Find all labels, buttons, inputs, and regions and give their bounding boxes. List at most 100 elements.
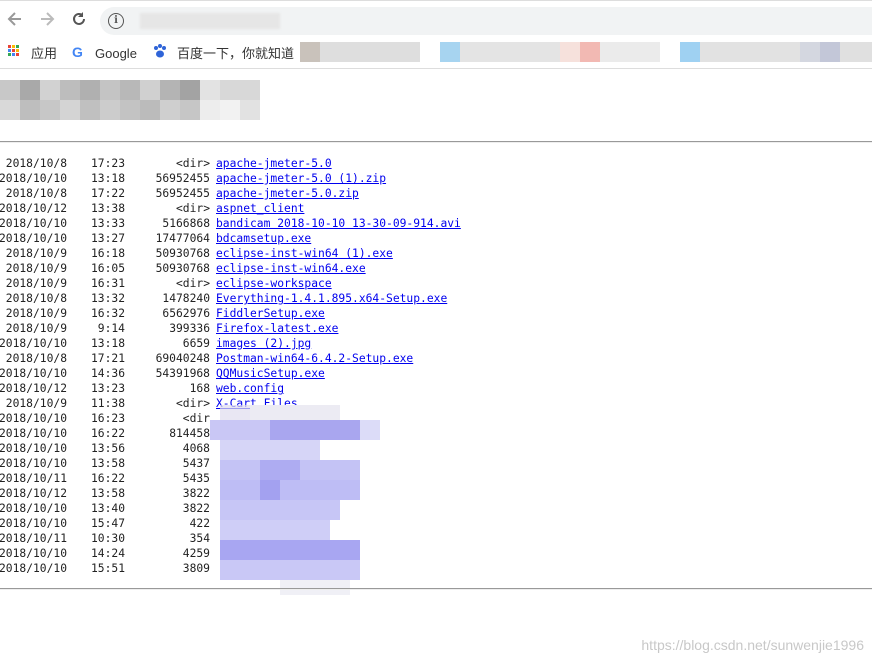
file-time: 13:38 [90, 202, 125, 215]
file-link[interactable]: Everything-1.4.1.895.x64-Setup.exe [216, 291, 447, 306]
file-date: 2018/10/10 [0, 547, 67, 560]
file-size: 4259 [182, 547, 210, 560]
arrow-left-icon [7, 12, 21, 26]
page-heading-redacted [0, 80, 260, 120]
file-date: 2018/10/9 [5, 322, 67, 335]
file-date: 2018/10/10 [0, 457, 67, 470]
file-size: 4068 [182, 442, 210, 455]
file-time: 16:32 [90, 307, 125, 320]
table-row: 2018/10/10 13:27 17477064 bdcamsetup.exe [0, 231, 872, 246]
file-link[interactable]: eclipse-workspace [216, 276, 332, 291]
file-time: 13:40 [90, 502, 125, 515]
file-link[interactable]: Postman-win64-6.4.2-Setup.exe [216, 351, 413, 366]
arrow-right-icon [41, 12, 55, 26]
file-date: 2018/10/10 [0, 517, 67, 530]
file-link[interactable]: bdcamsetup.exe [216, 231, 311, 246]
browser-toolbar: i [0, 0, 872, 41]
file-time: 16:31 [90, 277, 125, 290]
file-date: 2018/10/10 [0, 337, 67, 350]
file-link[interactable]: eclipse-inst-win64 (1).exe [216, 246, 393, 261]
file-link[interactable]: FiddlerSetup.exe [216, 306, 325, 321]
file-date: 2018/10/10 [0, 232, 67, 245]
file-size: 69040248 [155, 352, 210, 365]
table-row: 2018/10/10 15:51 3809 [0, 561, 872, 576]
file-date: 2018/10/12 [0, 202, 67, 215]
file-time: 16:23 [90, 412, 125, 425]
file-size: 56952455 [155, 187, 210, 200]
file-size: 354 [189, 532, 210, 545]
apps-icon [8, 45, 20, 57]
file-time: 13:27 [90, 232, 125, 245]
file-link[interactable]: eclipse-inst-win64.exe [216, 261, 366, 276]
file-time: 16:22 [90, 472, 125, 485]
file-time: 9:14 [97, 322, 125, 335]
file-size: 5166868 [162, 217, 210, 230]
file-link[interactable]: bandicam 2018-10-10 13-30-09-914.avi [216, 216, 461, 231]
file-size: <dir> [175, 202, 210, 215]
file-time: 14:24 [90, 547, 125, 560]
baidu-paw-icon [152, 43, 168, 61]
info-icon[interactable]: i [108, 13, 124, 29]
file-time: 17:22 [90, 187, 125, 200]
table-row: 2018/10/9 16:32 6562976 FiddlerSetup.exe [0, 306, 872, 321]
bookmark-baidu[interactable]: 百度一下，你就知道 [177, 45, 294, 63]
table-row: 2018/10/10 13:56 4068 [0, 441, 872, 456]
bookmark-apps[interactable]: 应用 [31, 45, 57, 63]
bottom-divider [0, 588, 872, 590]
file-size: 3822 [182, 487, 210, 500]
file-date: 2018/10/8 [5, 352, 67, 365]
file-link[interactable]: web.config [216, 381, 284, 396]
file-time: 13:33 [90, 217, 125, 230]
table-row: 2018/10/8 17:22 56952455 apache-jmeter-5.0.… [0, 186, 872, 201]
file-date: 2018/10/9 [5, 307, 67, 320]
file-size: 3822 [182, 502, 210, 515]
file-date: 2018/10/9 [5, 397, 67, 410]
bookmarks-bar: 应用 G Google 百度一下，你就知道 [0, 40, 872, 69]
bookmark-google[interactable]: Google [95, 45, 137, 63]
file-time: 15:47 [90, 517, 125, 530]
file-link[interactable]: QQMusicSetup.exe [216, 366, 325, 381]
file-link[interactable]: images (2).jpg [216, 336, 311, 351]
table-row: 2018/10/8 17:23 <dir> apache-jmeter-5.0 [0, 156, 872, 171]
file-link[interactable]: Firefox-latest.exe [216, 321, 338, 336]
file-time: 13:56 [90, 442, 125, 455]
table-row: 2018/10/9 16:31 <dir> eclipse-workspace [0, 276, 872, 291]
forward-button[interactable] [36, 10, 58, 32]
file-size: 54391968 [155, 367, 210, 380]
file-link[interactable]: aspnet_client [216, 201, 304, 216]
table-row: 2018/10/10 13:33 5166868 bandicam 2018-10-1… [0, 216, 872, 231]
file-link[interactable]: apache-jmeter-5.0.zip [216, 186, 359, 201]
table-row: 2018/10/11 10:30 354 [0, 531, 872, 546]
back-button[interactable] [4, 10, 26, 32]
google-icon: G [72, 44, 83, 60]
file-date: 2018/10/10 [0, 562, 67, 575]
file-date: 2018/10/11 [0, 472, 67, 485]
file-size: 1478240 [162, 292, 210, 305]
file-date: 2018/10/10 [0, 427, 67, 440]
address-bar[interactable]: i [100, 7, 872, 35]
file-date: 2018/10/10 [0, 412, 67, 425]
top-divider [0, 141, 872, 143]
file-date: 2018/10/10 [0, 172, 67, 185]
file-time: 17:23 [90, 157, 125, 170]
table-row: 2018/10/10 15:47 422 [0, 516, 872, 531]
table-row: 2018/10/12 13:23 168 web.config [0, 381, 872, 396]
file-time: 13:32 [90, 292, 125, 305]
file-link[interactable]: apache-jmeter-5.0 (1).zip [216, 171, 386, 186]
file-link[interactable]: apache-jmeter-5.0 [216, 156, 332, 171]
file-size: <dir> [175, 157, 210, 170]
file-date: 2018/10/10 [0, 367, 67, 380]
table-row: 2018/10/10 13:18 6659 images (2).jpg [0, 336, 872, 351]
file-date: 2018/10/8 [5, 187, 67, 200]
file-time: 14:36 [90, 367, 125, 380]
file-date: 2018/10/12 [0, 382, 67, 395]
file-time: 13:58 [90, 487, 125, 500]
reload-button[interactable] [68, 10, 90, 32]
table-row: 2018/10/11 16:22 5435 [0, 471, 872, 486]
file-date: 2018/10/11 [0, 532, 67, 545]
file-time: 13:18 [90, 172, 125, 185]
table-row: 2018/10/10 13:40 3822 [0, 501, 872, 516]
file-time: 13:58 [90, 457, 125, 470]
file-size: 168 [189, 382, 210, 395]
file-date: 2018/10/10 [0, 502, 67, 515]
